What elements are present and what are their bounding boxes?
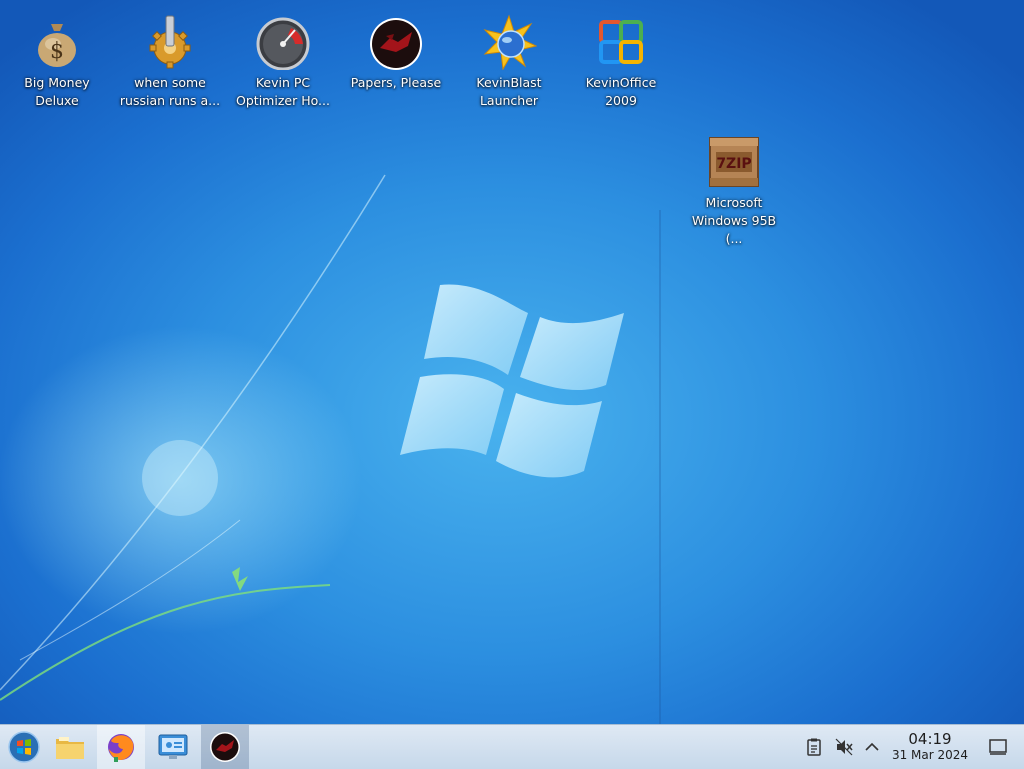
chevron-up-icon[interactable] <box>862 737 882 757</box>
remote-desktop-icon <box>158 734 188 759</box>
start-button[interactable] <box>0 725 48 769</box>
desktop-icon-kevin-pc-optimizer[interactable]: Kevin PC Optimizer Ho... <box>227 8 339 110</box>
svg-text:7ZIP: 7ZIP <box>716 156 751 172</box>
desktop-icon-label: KevinBlast Launcher <box>476 75 542 108</box>
taskbar-firefox[interactable] <box>97 725 145 769</box>
clock[interactable]: 04:19 31 Mar 2024 <box>886 731 974 763</box>
desktop-icon-kevinoffice-2009[interactable]: KevinOffice 2009 <box>565 8 677 110</box>
show-desktop-icon[interactable] <box>988 737 1008 757</box>
desktop-icon-papers-please[interactable]: Papers, Please <box>340 8 452 92</box>
desktop-icon-label: when some russian runs a... <box>119 75 221 108</box>
desktop-icon-big-money-deluxe[interactable]: $ Big Money Deluxe <box>1 8 113 110</box>
speedometer-icon <box>256 17 310 70</box>
volume-muted-icon[interactable] <box>834 737 854 757</box>
firefox-icon <box>108 734 134 762</box>
folder-icon <box>56 737 84 759</box>
start-orb-icon <box>8 731 40 763</box>
desktop-icon-windows-95b-archive[interactable]: 7ZIP Microsoft Windows 95B (... <box>678 128 790 248</box>
svg-text:$: $ <box>50 39 64 64</box>
taskbar: 04:19 31 Mar 2024 <box>0 724 1024 769</box>
desktop-icon-label: Big Money Deluxe <box>24 75 90 108</box>
taskbar-file-manager[interactable] <box>46 725 94 769</box>
desktop-icon-russian-runs[interactable]: when some russian runs a... <box>114 8 226 110</box>
papers-please-icon <box>210 732 240 762</box>
clock-time: 04:19 <box>908 730 952 748</box>
desktop-icon-label: Microsoft Windows 95B (... <box>691 195 777 246</box>
taskbar-remote-desktop[interactable] <box>149 725 197 769</box>
desktop-icon-label: KevinOffice 2009 <box>585 75 657 108</box>
taskbar-papers-please[interactable] <box>201 725 249 769</box>
office-icon <box>599 20 643 64</box>
money-bag-icon: $ <box>38 24 76 67</box>
desktop[interactable]: $ Big Money Deluxe when some russian run… <box>0 0 1024 724</box>
clipboard-icon[interactable] <box>804 737 824 757</box>
clock-date: 31 Mar 2024 <box>891 748 969 762</box>
desktop-icon-label: Kevin PC Optimizer Ho... <box>236 75 330 108</box>
desktop-icon-kevinblast-launcher[interactable]: KevinBlast Launcher <box>453 8 565 110</box>
desktop-icon-label: Papers, Please <box>350 75 442 90</box>
7zip-archive-icon: 7ZIP <box>709 137 759 187</box>
kevinblast-icon <box>483 14 537 70</box>
gear-icon <box>149 15 191 69</box>
papers-please-icon <box>370 18 422 70</box>
